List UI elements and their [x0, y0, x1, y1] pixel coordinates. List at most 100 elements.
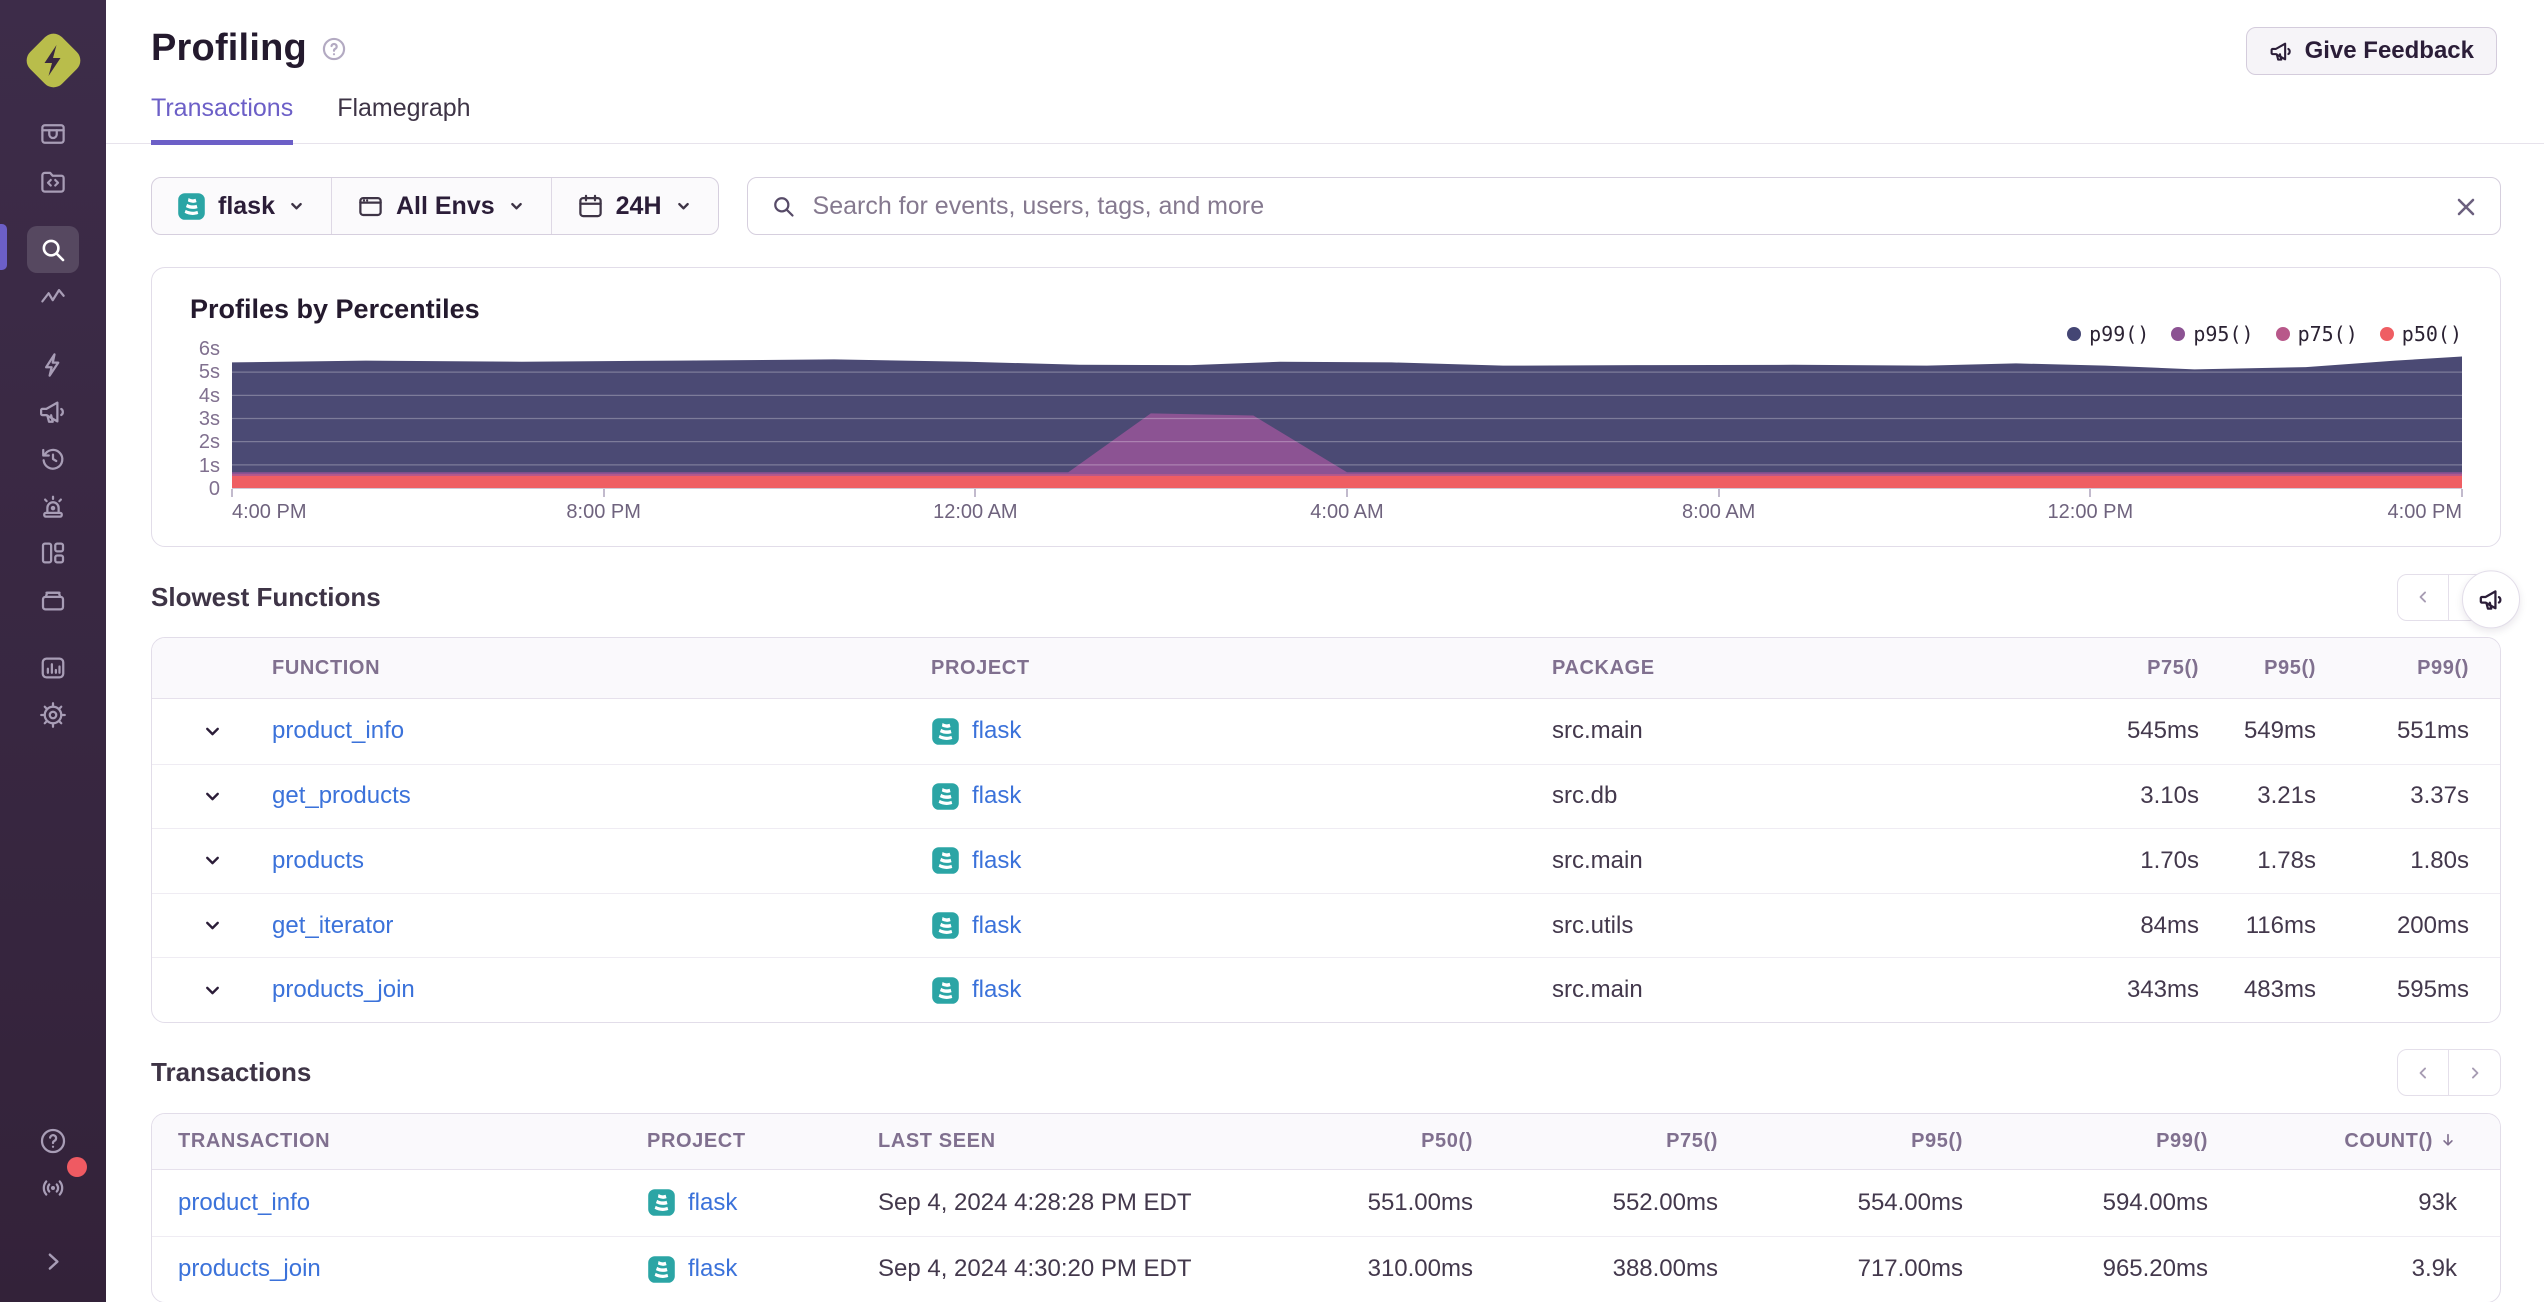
sidebar-item-launch[interactable]: [27, 341, 79, 388]
lightning-bolt-icon: [44, 45, 61, 76]
chart-plot[interactable]: [232, 349, 2462, 489]
legend-item-p75[interactable]: p75(): [2275, 322, 2358, 346]
org-logo[interactable]: [21, 28, 86, 93]
chevron-down-icon: [510, 202, 522, 209]
function-link[interactable]: products: [272, 847, 931, 875]
column-header-function[interactable]: FUNCTION: [272, 657, 931, 680]
next-page-button[interactable]: [2449, 1049, 2501, 1097]
project-cell: flask: [931, 782, 1552, 811]
tab-flamegraph[interactable]: Flamegraph: [337, 94, 470, 143]
bar-chart-icon: [41, 657, 65, 678]
y-axis-label: 2s: [198, 431, 220, 454]
column-header-p75[interactable]: P75(): [2092, 657, 2232, 680]
project-link[interactable]: flask: [972, 717, 1021, 745]
legend-item-p99[interactable]: p99(): [2067, 322, 2149, 346]
legend-dot: [2379, 327, 2394, 341]
give-feedback-button[interactable]: Give Feedback: [2245, 27, 2497, 75]
sidebar-item-explore[interactable]: [27, 226, 79, 273]
page-help-icon[interactable]: [321, 36, 347, 62]
transaction-link[interactable]: product_info: [152, 1189, 647, 1217]
clear-search-icon[interactable]: [2452, 193, 2480, 221]
expand-row-button[interactable]: [152, 721, 272, 742]
project-cell: flask: [931, 976, 1552, 1005]
sidebar-item-whats-new[interactable]: [27, 1157, 87, 1211]
column-header-p95[interactable]: P95(): [2232, 657, 2349, 680]
project-filter[interactable]: flask: [152, 178, 331, 234]
expand-row-button[interactable]: [152, 980, 272, 1001]
project-link[interactable]: flask: [972, 976, 1021, 1004]
function-link[interactable]: products_join: [272, 976, 931, 1004]
previous-page-button[interactable]: [2397, 573, 2449, 621]
column-header-transaction[interactable]: TRANSACTION: [152, 1130, 647, 1153]
p95-value: 717.00ms: [1857, 1255, 1963, 1283]
flask-project-icon: [178, 192, 205, 220]
sidebar-item-help[interactable]: [27, 1117, 79, 1164]
project-link[interactable]: flask: [688, 1255, 737, 1283]
sidebar-item-replays[interactable]: [27, 435, 79, 482]
search-input[interactable]: [812, 191, 2440, 221]
x-axis-label: 8:00 AM: [1681, 501, 1756, 523]
date-range-filter[interactable]: 24H: [550, 178, 718, 234]
flask-project-icon: [648, 1189, 675, 1217]
expand-row-button[interactable]: [152, 850, 272, 871]
chart-x-axis: 4:00 PM 8:00 PM 12:00 AM 4:00 AM 8:00 AM 12:0…: [231, 489, 2463, 525]
sidebar-item-feedback[interactable]: [27, 388, 79, 435]
column-header-p99[interactable]: P99(): [1988, 1130, 2233, 1153]
project-link[interactable]: flask: [972, 847, 1021, 875]
sidebar-collapse-toggle[interactable]: [27, 1237, 79, 1284]
function-link[interactable]: product_info: [272, 717, 931, 745]
function-link[interactable]: get_iterator: [272, 912, 931, 940]
sidebar-item-settings[interactable]: [27, 691, 79, 738]
expand-row-button[interactable]: [152, 786, 272, 807]
table-row: products_join flask Sep 4, 2024 4:30:20 PM…: [152, 1235, 2500, 1302]
project-filter-label: flask: [218, 191, 275, 220]
flask-project-icon: [932, 976, 959, 1004]
y-axis-label: 4s: [198, 384, 220, 407]
legend-item-p95[interactable]: p95(): [2171, 322, 2254, 346]
column-header-p50[interactable]: P50(): [1201, 1130, 1498, 1153]
dashboard-layout-icon: [41, 542, 65, 563]
environment-filter[interactable]: All Envs: [330, 178, 551, 234]
megaphone-icon: [40, 401, 64, 423]
feedback-fab-button[interactable]: [2462, 570, 2520, 629]
sidebar-item-dashboards[interactable]: [27, 529, 79, 576]
percentiles-chart-svg: [232, 349, 2462, 488]
sidebar-item-projects[interactable]: [27, 157, 79, 204]
gear-icon: [40, 701, 66, 728]
column-header-project[interactable]: PROJECT: [931, 657, 1552, 680]
project-link[interactable]: flask: [972, 782, 1021, 810]
column-header-p75[interactable]: P75(): [1498, 1130, 1743, 1153]
sidebar-item-crons[interactable]: [27, 576, 79, 623]
sidebar-item-issues[interactable]: [27, 110, 79, 157]
project-link[interactable]: flask: [688, 1189, 737, 1217]
table-row: product_info flask src.main 545ms 549ms 551ms: [152, 699, 2500, 764]
project-link[interactable]: flask: [972, 912, 1021, 940]
tab-transactions[interactable]: Transactions: [151, 94, 294, 145]
table-row: get_iterator flask src.utils 84ms 116ms 200ms: [152, 892, 2500, 958]
column-header-lastseen[interactable]: LAST SEEN: [878, 1130, 1201, 1153]
sidebar-item-stats[interactable]: [27, 644, 79, 691]
column-header-count[interactable]: COUNT(): [2233, 1130, 2482, 1153]
previous-page-button[interactable]: [2397, 1049, 2449, 1097]
flask-project-icon: [932, 847, 959, 875]
megaphone-icon: [2270, 42, 2291, 61]
p95-value: 1.78s: [2257, 846, 2316, 874]
column-header-p95[interactable]: P95(): [1743, 1130, 1988, 1153]
p95-value: 3.21s: [2257, 782, 2316, 810]
column-header-p99[interactable]: P99(): [2349, 657, 2500, 680]
search-icon: [42, 239, 65, 261]
p75-value: 388.00ms: [1612, 1255, 1718, 1283]
chart-y-axis: 0 1s 2s 3s 4s 5s 6s: [190, 338, 232, 500]
function-link[interactable]: get_products: [272, 782, 931, 810]
legend-item-p50[interactable]: p50(): [2379, 322, 2462, 346]
column-header-package[interactable]: PACKAGE: [1552, 657, 2092, 680]
project-cell: flask: [931, 911, 1552, 940]
expand-row-button[interactable]: [152, 915, 272, 936]
sidebar-item-performance[interactable]: [27, 273, 79, 320]
column-header-project[interactable]: PROJECT: [647, 1130, 878, 1153]
p95-value: 116ms: [2245, 911, 2316, 939]
sidebar-item-alerts[interactable]: [27, 482, 79, 529]
slowest-functions-table-body: product_info flask src.main 545ms 549ms 551ms…: [152, 699, 2500, 1022]
transaction-link[interactable]: products_join: [152, 1255, 647, 1283]
help-icon: [40, 1128, 66, 1153]
